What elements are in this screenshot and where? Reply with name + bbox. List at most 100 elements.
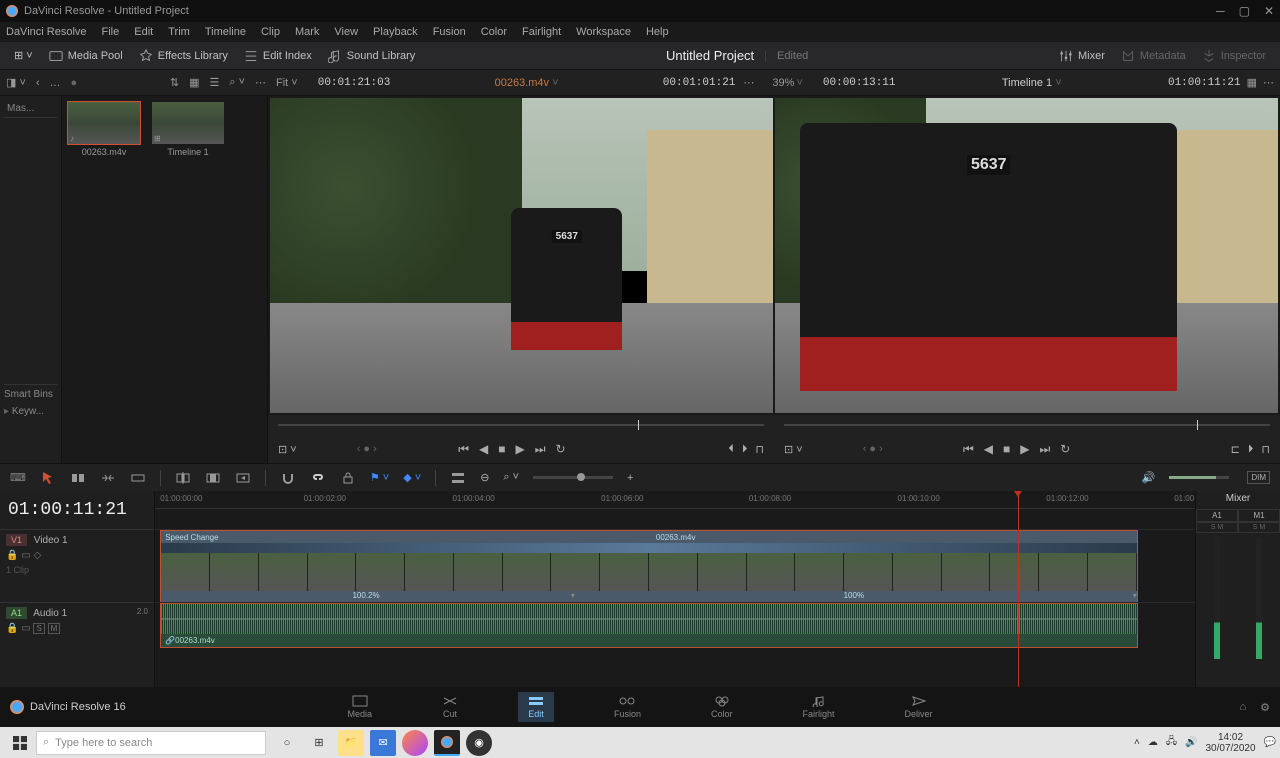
src-options[interactable]: ⋯: [743, 76, 754, 89]
zoom-out-button[interactable]: ⊖: [480, 471, 489, 484]
tray-chevron-icon[interactable]: ˄: [1134, 737, 1140, 748]
gallery-icon[interactable]: ▦: [1247, 76, 1257, 89]
menu-davinci[interactable]: DaVinci Resolve: [6, 26, 87, 38]
prog-prev-button[interactable]: ◀: [984, 442, 993, 456]
clip-thumbnail-1[interactable]: ♪ 00263.m4v: [68, 102, 140, 457]
bin-prev-button[interactable]: ‹: [36, 77, 40, 89]
program-viewer[interactable]: 5637: [775, 98, 1278, 413]
prog-first-button[interactable]: ⏮: [963, 442, 974, 457]
settings-button[interactable]: ⚙: [1260, 701, 1270, 714]
prog-in-button[interactable]: ⊏: [1231, 443, 1240, 456]
menu-view[interactable]: View: [334, 26, 358, 38]
effects-library-button[interactable]: Effects Library: [131, 46, 236, 66]
audio-track-header[interactable]: A1 Audio 1 2.0 🔒 ▭ S M: [0, 602, 154, 647]
video-track-header[interactable]: V1 Video 1 🔒 ▭ ◇ 1 Clip: [0, 529, 154, 602]
src-next-button[interactable]: ⏭: [535, 442, 546, 457]
zoom-slider[interactable]: [533, 476, 613, 479]
flag-button[interactable]: ⚑ ˅: [370, 471, 389, 484]
search-button[interactable]: ⌕ ˅: [229, 76, 245, 89]
view-options-button[interactable]: [450, 470, 466, 486]
src-match-button[interactable]: ‹ ● ›: [357, 443, 377, 455]
blade-tool[interactable]: [130, 470, 146, 486]
close-button[interactable]: ✕: [1264, 4, 1274, 18]
prog-stop-button[interactable]: ■: [1003, 442, 1010, 456]
menu-file[interactable]: File: [102, 26, 120, 38]
insert-button[interactable]: [175, 470, 191, 486]
src-loop-button[interactable]: ↻: [556, 442, 566, 456]
timeline-name[interactable]: Timeline 1: [1002, 77, 1052, 89]
src-mode-button[interactable]: ⊡ ˅: [278, 443, 297, 456]
zoom-level[interactable]: 39%: [772, 77, 794, 89]
overwrite-button[interactable]: [205, 470, 221, 486]
record-icon[interactable]: ●: [71, 77, 78, 89]
video-track-lane[interactable]: Speed Change00263.m4v 100.2%▾100%▾: [155, 529, 1195, 602]
menu-fairlight[interactable]: Fairlight: [522, 26, 561, 38]
menu-help[interactable]: Help: [646, 26, 669, 38]
menu-workspace[interactable]: Workspace: [576, 26, 631, 38]
sort-button[interactable]: ⇅: [170, 76, 179, 89]
grid-view-button[interactable]: ▦: [189, 76, 199, 89]
volume-icon[interactable]: 🔊: [1142, 471, 1156, 484]
dynamic-trim-tool[interactable]: [100, 470, 116, 486]
zoom-dropdown[interactable]: ⌕ ˅: [503, 471, 519, 484]
minimize-button[interactable]: ─: [1216, 4, 1225, 18]
firefox-icon[interactable]: [402, 730, 428, 756]
menu-fusion[interactable]: Fusion: [433, 26, 466, 38]
src-play-button[interactable]: ▶: [515, 442, 524, 456]
tray-network-icon[interactable]: 🖧: [1166, 734, 1177, 751]
trim-tool[interactable]: [70, 470, 86, 486]
nav-color[interactable]: Color: [701, 692, 743, 722]
program-scrubber[interactable]: [774, 415, 1280, 435]
resolve-taskbar-icon[interactable]: [434, 730, 460, 756]
cortana-icon[interactable]: ○: [274, 730, 300, 756]
selection-tool[interactable]: [40, 470, 56, 486]
layout-button[interactable]: ⊞ ˅: [6, 46, 41, 65]
edit-index-button[interactable]: Edit Index: [236, 46, 320, 66]
mixer-button[interactable]: Mixer: [1051, 46, 1113, 66]
timeline-canvas[interactable]: 01:00:00:00 01:00:02:00 01:00:04:00 01:0…: [155, 491, 1195, 687]
zoom-in-button[interactable]: +: [627, 472, 633, 484]
prog-play-button[interactable]: ▶: [1020, 442, 1029, 456]
src-out-button[interactable]: ⏵: [742, 443, 748, 456]
sound-library-button[interactable]: Sound Library: [320, 46, 424, 66]
search-box[interactable]: ⌕ Type here to search: [36, 731, 266, 755]
options-button[interactable]: ⋯: [255, 76, 266, 89]
nav-deliver[interactable]: Deliver: [895, 692, 943, 722]
replace-button[interactable]: [235, 470, 251, 486]
lock-button[interactable]: [340, 470, 356, 486]
mixer-solo-m1[interactable]: S M: [1238, 522, 1280, 533]
tray-onedrive-icon[interactable]: ☁: [1148, 737, 1158, 748]
source-viewer[interactable]: 5637: [270, 98, 773, 413]
prog-handles-button[interactable]: ⊓: [1261, 443, 1270, 456]
prog-out-button[interactable]: ⏵: [1248, 443, 1254, 456]
link-button[interactable]: [310, 470, 326, 486]
source-scrubber[interactable]: [268, 415, 774, 435]
keywords-bin[interactable]: ▸ Keyw...: [4, 404, 57, 419]
task-view-icon[interactable]: ⊞: [306, 730, 332, 756]
menu-color[interactable]: Color: [481, 26, 507, 38]
snap-button[interactable]: [280, 470, 296, 486]
menu-clip[interactable]: Clip: [261, 26, 280, 38]
prog-next-button[interactable]: ⏭: [1039, 442, 1050, 457]
menu-mark[interactable]: Mark: [295, 26, 319, 38]
clip-thumbnail-2[interactable]: ⊞ Timeline 1: [152, 102, 224, 457]
mixer-ch-m1[interactable]: M1: [1238, 509, 1280, 522]
volume-slider[interactable]: [1169, 476, 1229, 479]
metadata-button[interactable]: Metadata: [1113, 46, 1194, 66]
src-in-button[interactable]: ⏴: [728, 443, 734, 456]
nav-cut[interactable]: Cut: [432, 692, 468, 722]
tray-time[interactable]: 14:02: [1205, 732, 1255, 743]
timeline-ruler[interactable]: 01:00:00:00 01:00:02:00 01:00:04:00 01:0…: [155, 491, 1195, 509]
menu-timeline[interactable]: Timeline: [205, 26, 246, 38]
src-first-button[interactable]: ⏮: [458, 442, 469, 457]
src-stop-button[interactable]: ■: [498, 442, 505, 456]
maximize-button[interactable]: ▢: [1239, 4, 1250, 18]
nav-edit[interactable]: Edit: [518, 692, 554, 722]
nav-fusion[interactable]: Fusion: [604, 692, 651, 722]
marker-button[interactable]: ◆ ˅: [403, 471, 421, 484]
prog-match-button[interactable]: ‹ ● ›: [863, 443, 883, 455]
obs-icon[interactable]: ◉: [466, 730, 492, 756]
src-handles-button[interactable]: ⊓: [755, 443, 764, 456]
mixer-ch-a1[interactable]: A1: [1196, 509, 1238, 522]
src-prev-button[interactable]: ◀: [479, 442, 488, 456]
